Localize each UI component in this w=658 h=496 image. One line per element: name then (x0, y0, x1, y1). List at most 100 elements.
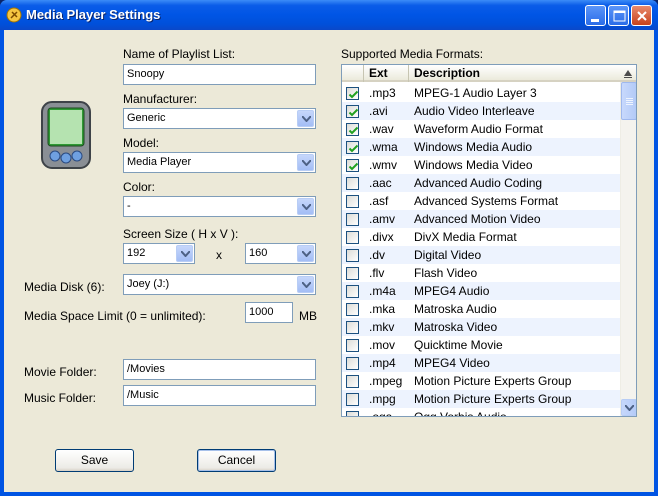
list-item[interactable]: .wma Windows Media Audio (342, 138, 620, 156)
list-item[interactable]: .aac Advanced Audio Coding (342, 174, 620, 192)
list-item[interactable]: .mpg Motion Picture Experts Group (342, 390, 620, 408)
format-checkbox[interactable] (346, 375, 359, 388)
format-description: Waveform Audio Format (414, 122, 543, 136)
format-description: Matroska Audio (414, 302, 497, 316)
vertical-scrollbar[interactable] (620, 82, 636, 416)
list-item[interactable]: .mov Quicktime Movie (342, 336, 620, 354)
format-description: MPEG4 Video (414, 356, 490, 370)
format-checkbox[interactable] (346, 249, 359, 262)
format-ext: .asf (369, 194, 389, 208)
format-description: DivX Media Format (414, 230, 517, 244)
format-description: Advanced Motion Video (414, 212, 541, 226)
manufacturer-select[interactable]: Generic (123, 108, 316, 129)
format-checkbox[interactable] (346, 105, 359, 118)
format-description: Matroska Video (414, 320, 498, 334)
format-ext: .flv (369, 266, 385, 280)
list-item[interactable]: .amv Advanced Motion Video (342, 210, 620, 228)
format-checkbox[interactable] (346, 87, 359, 100)
list-item[interactable]: .dv Digital Video (342, 246, 620, 264)
checkmark-icon (348, 90, 359, 99)
close-button[interactable] (631, 5, 652, 26)
close-icon (637, 11, 647, 21)
scroll-down-button[interactable] (621, 399, 636, 416)
format-checkbox[interactable] (346, 159, 359, 172)
format-checkbox[interactable] (346, 231, 359, 244)
space-limit-unit: MB (299, 309, 317, 323)
screen-h-select[interactable]: 192 (123, 243, 195, 264)
format-checkbox[interactable] (346, 303, 359, 316)
list-item[interactable]: .wav Waveform Audio Format (342, 120, 620, 138)
media-disk-label: Media Disk (6): (24, 280, 105, 294)
header-check-column[interactable] (342, 65, 364, 82)
header-ext-column[interactable]: Ext (364, 65, 409, 82)
screen-v-value: 160 (249, 247, 268, 259)
cancel-button[interactable]: Cancel (197, 449, 276, 472)
format-checkbox[interactable] (346, 357, 359, 370)
format-checkbox[interactable] (346, 285, 359, 298)
music-folder-input[interactable]: /Music (123, 385, 316, 406)
format-checkbox[interactable] (346, 321, 359, 334)
movie-folder-input[interactable]: /Movies (123, 359, 316, 380)
sort-arrow-icon (624, 70, 632, 78)
format-ext: .mpeg (369, 374, 403, 388)
checkmark-icon (348, 126, 359, 135)
chevron-down-icon[interactable] (297, 245, 314, 262)
formats-rows: .mp3 MPEG-1 Audio Layer 3 .avi Audio Video … (342, 84, 620, 417)
chevron-down-icon[interactable] (297, 198, 314, 215)
list-item[interactable]: .asf Advanced Systems Format (342, 192, 620, 210)
format-ext: .m4a (369, 284, 396, 298)
screen-v-select[interactable]: 160 (245, 243, 316, 264)
scroll-up-header-button[interactable] (620, 65, 636, 82)
list-item[interactable]: .avi Audio Video Interleave (342, 102, 620, 120)
list-item[interactable]: .mka Matroska Audio (342, 300, 620, 318)
format-description: MPEG4 Audio (414, 284, 490, 298)
list-item[interactable]: .divx DivX Media Format (342, 228, 620, 246)
format-checkbox[interactable] (346, 141, 359, 154)
chevron-down-icon[interactable] (176, 245, 193, 262)
list-item[interactable]: .wmv Windows Media Video (342, 156, 620, 174)
scrollbar-thumb[interactable] (621, 82, 636, 120)
save-button[interactable]: Save (55, 449, 134, 472)
format-ext: .wav (369, 122, 394, 136)
format-ext: .wma (369, 140, 398, 154)
format-ext: .aac (369, 176, 392, 190)
media-disk-select[interactable]: Joey (J:) (123, 274, 316, 295)
title-bar[interactable]: Media Player Settings (0, 0, 658, 30)
format-checkbox[interactable] (346, 213, 359, 226)
formats-list[interactable]: Ext Description .mp3 MPEG-1 Audio Layer 3… (341, 64, 637, 417)
model-select[interactable]: Media Player (123, 152, 316, 173)
chevron-down-icon (625, 405, 634, 411)
chevron-down-icon[interactable] (297, 276, 314, 293)
format-checkbox[interactable] (346, 123, 359, 136)
minimize-button[interactable] (585, 5, 606, 26)
chevron-down-icon[interactable] (297, 154, 314, 171)
format-ext: .avi (369, 104, 388, 118)
formats-list-header: Ext Description (342, 65, 620, 82)
list-item[interactable]: .mkv Matroska Video (342, 318, 620, 336)
format-checkbox[interactable] (346, 393, 359, 406)
color-label: Color: (123, 180, 156, 194)
format-ext: .oga (369, 410, 393, 417)
color-select[interactable]: - (123, 196, 316, 217)
list-item[interactable]: .flv Flash Video (342, 264, 620, 282)
list-item[interactable]: .m4a MPEG4 Audio (342, 282, 620, 300)
format-checkbox[interactable] (346, 177, 359, 190)
header-desc-column[interactable]: Description (409, 65, 620, 82)
maximize-button[interactable] (608, 5, 629, 26)
format-checkbox[interactable] (346, 195, 359, 208)
chevron-down-icon[interactable] (297, 110, 314, 127)
list-item[interactable]: .oga Ogg Vorbis Audio (342, 408, 620, 417)
space-limit-input[interactable]: 1000 (245, 302, 293, 323)
app-window: Media Player Settings Name of Playlist L… (0, 0, 658, 496)
list-item[interactable]: .mpeg Motion Picture Experts Group (342, 372, 620, 390)
format-description: MPEG-1 Audio Layer 3 (414, 86, 537, 100)
manufacturer-label: Manufacturer: (123, 92, 198, 106)
format-checkbox[interactable] (346, 267, 359, 280)
format-checkbox[interactable] (346, 339, 359, 352)
format-checkbox[interactable] (346, 411, 359, 416)
maximize-icon (613, 10, 626, 22)
format-description: Flash Video (414, 266, 478, 280)
playlist-name-input[interactable]: Snoopy (123, 64, 316, 85)
list-item[interactable]: .mp4 MPEG4 Video (342, 354, 620, 372)
list-item[interactable]: .mp3 MPEG-1 Audio Layer 3 (342, 84, 620, 102)
